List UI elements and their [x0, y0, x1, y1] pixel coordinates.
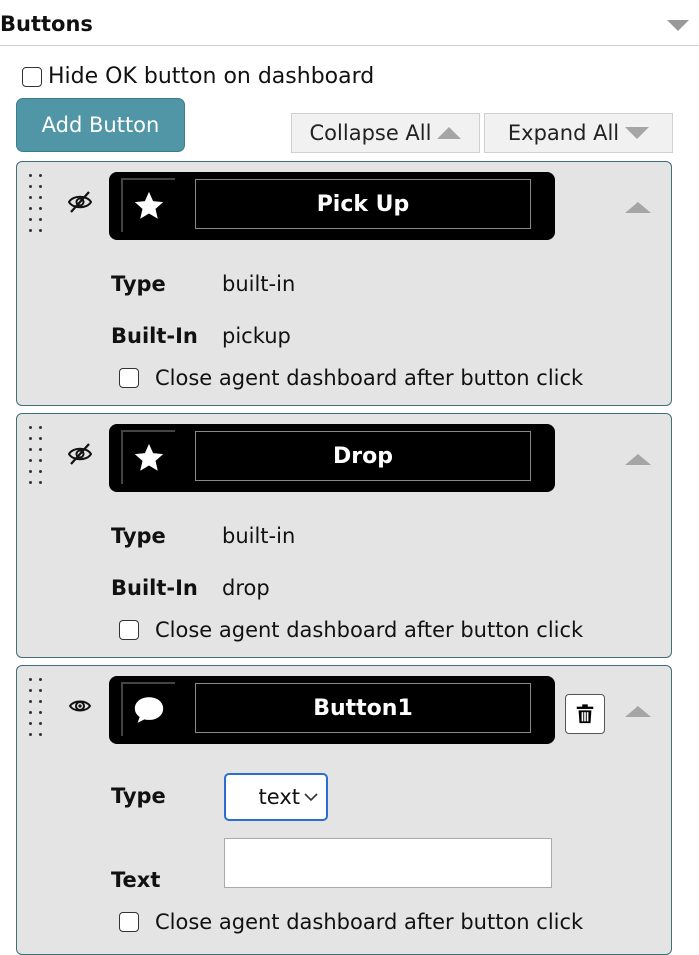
buttons-section-header[interactable]: Buttons	[0, 0, 699, 46]
builtin-value: pickup	[222, 324, 291, 348]
hide-ok-option[interactable]: Hide OK button on dashboard	[22, 64, 374, 89]
button-preview[interactable]: Pick Up	[109, 172, 555, 240]
trash-icon	[576, 704, 594, 724]
close-dashboard-checkbox[interactable]	[119, 368, 139, 388]
close-dashboard-label: Close agent dashboard after button click	[155, 618, 584, 642]
chevron-down-icon	[304, 793, 318, 802]
expand-all-label: Expand All	[507, 121, 620, 145]
button-card-drop: Drop Type built-in Built-In drop Close a…	[16, 413, 672, 658]
text-label: Text	[111, 868, 161, 892]
type-label: Type	[111, 524, 166, 548]
eye-off-icon[interactable]	[67, 190, 93, 214]
type-select[interactable]: text	[224, 773, 328, 821]
collapse-card-icon[interactable]	[625, 706, 651, 717]
eye-off-icon[interactable]	[67, 442, 93, 466]
hide-ok-checkbox[interactable]	[22, 66, 42, 87]
triangle-down-icon	[625, 127, 650, 139]
close-dashboard-checkbox[interactable]	[119, 620, 139, 640]
type-select-value: text	[258, 785, 300, 809]
collapse-card-icon[interactable]	[625, 202, 651, 213]
eye-icon[interactable]	[67, 694, 93, 718]
triangle-up-icon	[437, 127, 462, 139]
button-title[interactable]: Drop	[195, 431, 531, 481]
builtin-label: Built-In	[111, 324, 198, 348]
drag-handle-icon[interactable]	[29, 174, 45, 234]
chevron-down-icon[interactable]	[667, 20, 689, 31]
button-title[interactable]: Button1	[195, 683, 531, 733]
button-card-pick-up: Pick Up Type built-in Built-In pickup Cl…	[16, 161, 672, 406]
drag-handle-icon[interactable]	[29, 678, 45, 738]
close-dashboard-option[interactable]: Close agent dashboard after button click	[119, 366, 583, 390]
drag-handle-icon[interactable]	[29, 426, 45, 486]
close-dashboard-label: Close agent dashboard after button click	[155, 366, 584, 390]
type-label: Type	[111, 272, 166, 296]
expand-all-button[interactable]: Expand All	[484, 113, 673, 153]
type-label: Type	[111, 784, 166, 808]
builtin-value: drop	[222, 576, 270, 600]
builtin-label: Built-In	[111, 576, 198, 600]
button-card-button1: Button1 Type text Text Close agent dashb…	[16, 665, 672, 955]
collapse-card-icon[interactable]	[625, 454, 651, 465]
star-icon[interactable]	[121, 178, 175, 232]
type-value: built-in	[222, 524, 296, 548]
section-title: Buttons	[0, 12, 93, 36]
hide-ok-label: Hide OK button on dashboard	[48, 64, 375, 89]
collapse-all-label: Collapse All	[309, 121, 432, 145]
button-preview[interactable]: Drop	[109, 424, 555, 492]
close-dashboard-checkbox[interactable]	[119, 912, 139, 932]
close-dashboard-label: Close agent dashboard after button click	[155, 910, 584, 934]
button-preview[interactable]: Button1	[109, 676, 555, 744]
close-dashboard-option[interactable]: Close agent dashboard after button click	[119, 910, 583, 934]
button-title[interactable]: Pick Up	[195, 179, 531, 229]
type-value: built-in	[222, 272, 296, 296]
speech-bubble-icon[interactable]	[121, 682, 175, 736]
text-input[interactable]	[224, 838, 552, 888]
delete-button[interactable]	[565, 694, 605, 734]
star-icon[interactable]	[121, 430, 175, 484]
collapse-all-button[interactable]: Collapse All	[291, 113, 480, 153]
add-button[interactable]: Add Button	[16, 98, 185, 152]
close-dashboard-option[interactable]: Close agent dashboard after button click	[119, 618, 583, 642]
